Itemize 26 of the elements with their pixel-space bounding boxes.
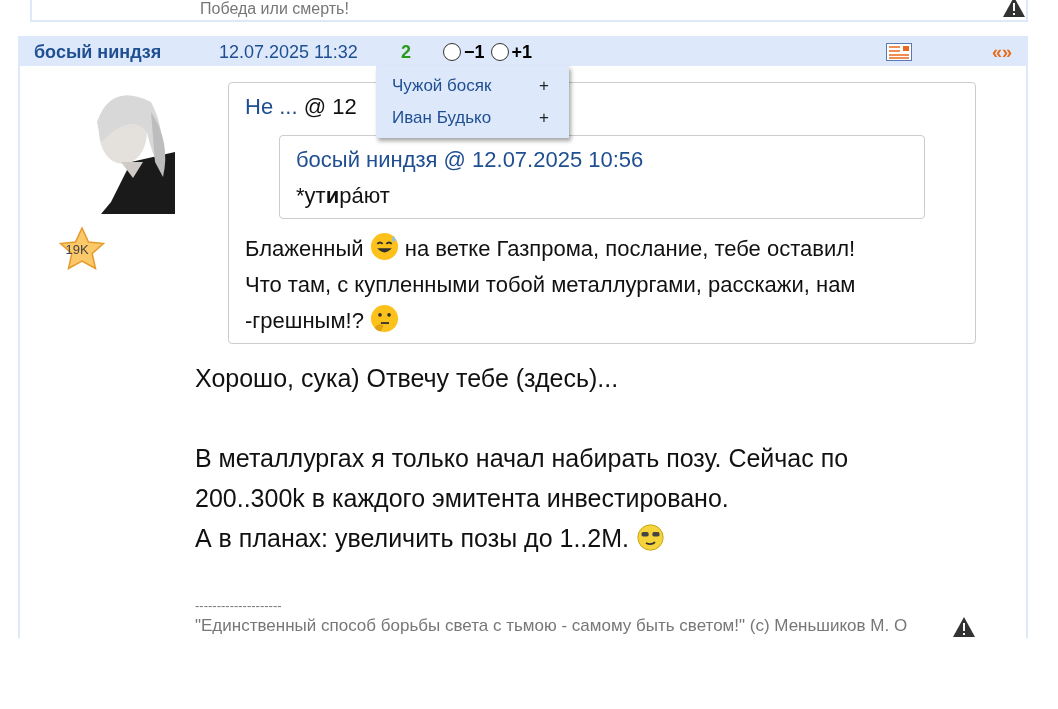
card-icon[interactable] bbox=[885, 43, 912, 61]
post-date: 12.07.2025 11:32 bbox=[219, 41, 359, 63]
post-text: А в планах: увеличить позы до 1..2М. bbox=[195, 518, 936, 558]
vote-radio[interactable]: −1 bbox=[443, 41, 485, 63]
cool-emoji-icon bbox=[635, 523, 665, 552]
post-text: Хорошо, сука) Отвечу тебе (здесь)... bbox=[195, 363, 620, 394]
signature-divider: -------------------- bbox=[195, 598, 283, 614]
warning-icon[interactable] bbox=[1002, 0, 1026, 18]
rank-badge-text: 19K bbox=[65, 242, 89, 257]
quote-author-link[interactable]: Не ... @ 12 bbox=[245, 89, 357, 125]
add-vote-link[interactable]: + bbox=[539, 108, 549, 128]
signature-text: "Единственный способ борьбы света с тьмою - самому быть светом!" (с) Меньшиков М. О bbox=[195, 615, 909, 637]
post-text: В металлургах я только начал набирать позу. Сейчас по 200..300k в каждого эмитента инвестировано. bbox=[195, 443, 850, 514]
add-vote-link[interactable]: + bbox=[539, 76, 549, 96]
quote-text: Блаженный на ветке Газпрома, послание, тебе оставил! bbox=[245, 231, 959, 267]
thinking-emoji-icon bbox=[370, 304, 400, 333]
sweat-smile-emoji-icon bbox=[369, 232, 399, 261]
warning-icon[interactable] bbox=[952, 616, 976, 638]
voter-name[interactable]: Чужой босяк bbox=[392, 76, 492, 96]
quote-text: *утирáют bbox=[296, 182, 391, 210]
quote-text: Что там, с купленными тобой металлургами, расскажи, нам -грешным!? bbox=[245, 271, 857, 335]
vote-radio[interactable]: +1 bbox=[490, 41, 533, 63]
author-link[interactable]: босый ниндзя bbox=[34, 41, 219, 63]
quote-author-link[interactable]: босый ниндзя @ 12.07.2025 10:56 bbox=[296, 142, 644, 178]
post-text: Победа или смерть! bbox=[200, 0, 349, 18]
voter-name[interactable]: Иван Будько bbox=[392, 108, 492, 128]
